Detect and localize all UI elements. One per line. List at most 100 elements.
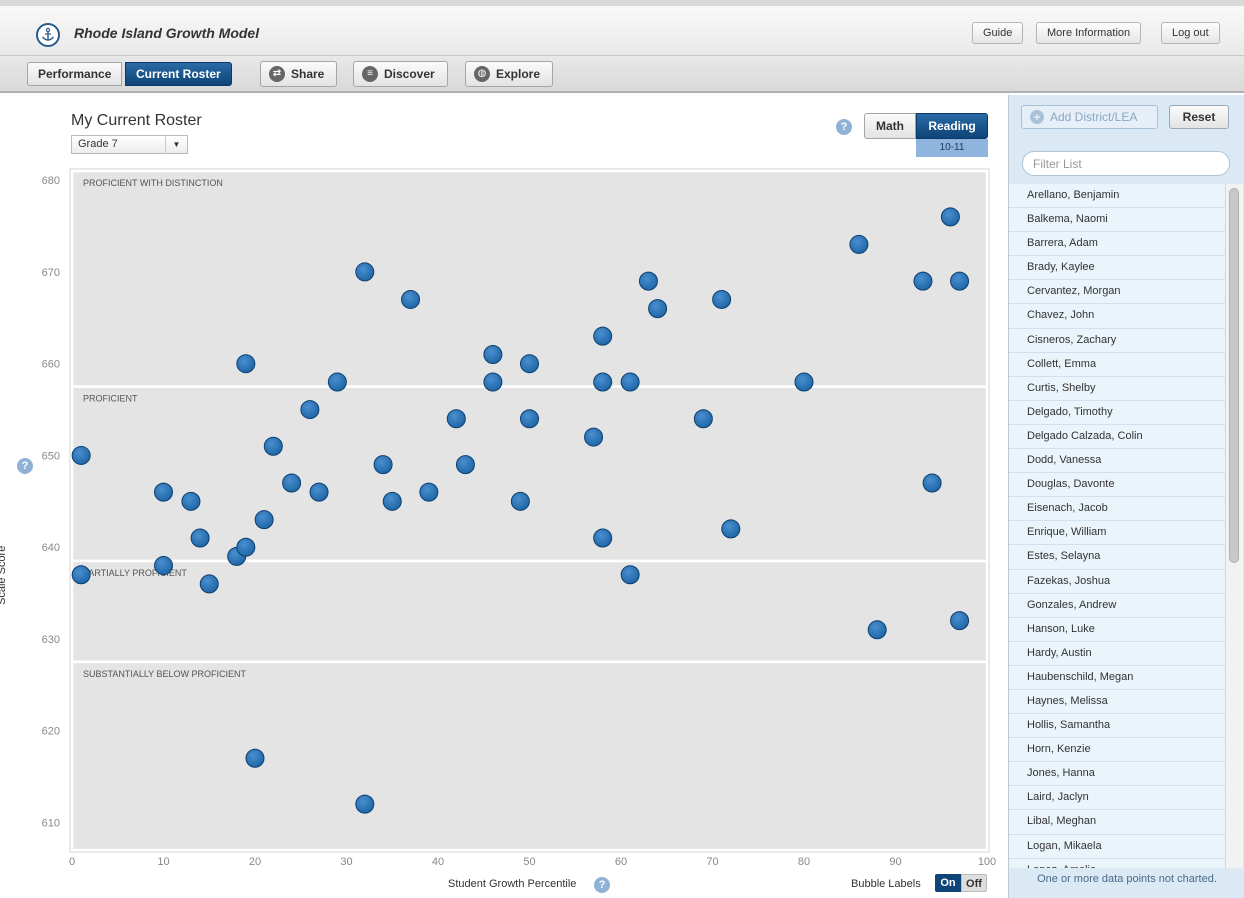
data-point[interactable]	[648, 299, 668, 319]
data-point[interactable]	[593, 528, 613, 548]
more-information-button[interactable]: More Information	[1036, 22, 1142, 44]
student-list-item[interactable]: Lopez, Amelia	[1009, 859, 1225, 868]
data-point[interactable]	[593, 326, 613, 346]
data-point[interactable]	[712, 289, 732, 309]
student-list-item[interactable]: Balkema, Naomi	[1009, 208, 1225, 233]
data-point[interactable]	[300, 400, 320, 420]
data-point[interactable]	[721, 519, 741, 539]
student-list-item[interactable]: Chavez, John	[1009, 304, 1225, 329]
y-tick-label: 680	[42, 175, 60, 187]
student-list-item[interactable]: Dodd, Vanessa	[1009, 449, 1225, 474]
data-point[interactable]	[446, 409, 466, 429]
year-selector[interactable]: 10-11	[916, 139, 988, 157]
data-point[interactable]	[254, 510, 274, 530]
scrollbar-thumb[interactable]	[1229, 188, 1239, 563]
student-list-item[interactable]: Enrique, William	[1009, 521, 1225, 546]
data-point[interactable]	[483, 345, 503, 365]
data-point[interactable]	[455, 455, 475, 475]
data-point[interactable]	[419, 482, 439, 502]
student-list-item[interactable]: Curtis, Shelby	[1009, 377, 1225, 401]
student-list-item[interactable]: Brady, Kaylee	[1009, 256, 1225, 281]
student-list-item[interactable]: Laird, Jaclyn	[1009, 786, 1225, 811]
data-point[interactable]	[154, 482, 173, 502]
data-point[interactable]	[327, 372, 347, 392]
data-point[interactable]	[950, 611, 970, 631]
data-point[interactable]	[520, 354, 539, 374]
data-point[interactable]	[950, 271, 970, 291]
data-point[interactable]	[620, 372, 640, 392]
data-point[interactable]	[794, 372, 814, 392]
data-point[interactable]	[620, 565, 640, 585]
data-point[interactable]	[282, 473, 302, 493]
bubble-labels-on-toggle[interactable]: On	[935, 874, 961, 892]
data-point[interactable]	[922, 473, 942, 493]
data-point[interactable]	[245, 748, 265, 768]
bubble-labels-off-toggle[interactable]: Off	[961, 874, 987, 892]
student-list-item[interactable]: Libal, Meghan	[1009, 810, 1225, 835]
tab-current-roster[interactable]: Current Roster	[125, 62, 232, 86]
data-point[interactable]	[913, 271, 933, 291]
student-list-item[interactable]: Arellano, Benjamin	[1009, 184, 1225, 209]
student-list-item[interactable]: Gonzales, Andrew	[1009, 594, 1225, 618]
discover-button[interactable]: ≡ Discover	[353, 61, 448, 87]
student-list-item[interactable]: Horn, Kenzie	[1009, 738, 1225, 763]
explore-button[interactable]: ◍ Explore	[465, 61, 554, 87]
data-point[interactable]	[867, 620, 887, 640]
logout-button[interactable]: Log out	[1161, 22, 1220, 44]
student-list-item[interactable]: Cervantez, Morgan	[1009, 280, 1225, 305]
data-point[interactable]	[401, 289, 421, 309]
data-point[interactable]	[638, 271, 658, 291]
data-point[interactable]	[236, 354, 256, 374]
data-point[interactable]	[71, 565, 91, 585]
student-list-item[interactable]: Hanson, Luke	[1009, 618, 1225, 642]
data-point[interactable]	[584, 427, 604, 447]
data-point[interactable]	[483, 372, 503, 392]
help-icon[interactable]: ?	[836, 119, 852, 135]
student-list-item[interactable]: Delgado Calzada, Colin	[1009, 425, 1225, 450]
data-point[interactable]	[520, 409, 539, 429]
student-list-item[interactable]: Barrera, Adam	[1009, 232, 1225, 257]
student-list-item[interactable]: Logan, Mikaela	[1009, 835, 1225, 859]
student-list-item[interactable]: Delgado, Timothy	[1009, 401, 1225, 425]
add-district-button[interactable]: + Add District/LEA	[1021, 105, 1158, 129]
data-point[interactable]	[309, 482, 329, 502]
grade-select[interactable]: Grade 7 ▼	[71, 135, 188, 154]
data-point[interactable]	[71, 445, 91, 465]
student-list-item[interactable]: Haynes, Melissa	[1009, 690, 1225, 715]
y-axis-help-icon[interactable]: ?	[17, 458, 33, 474]
student-list-item[interactable]: Estes, Selayna	[1009, 545, 1225, 570]
tab-performance[interactable]: Performance	[27, 62, 123, 86]
student-list-item[interactable]: Fazekas, Joshua	[1009, 570, 1225, 594]
data-point[interactable]	[382, 491, 402, 511]
student-list-item[interactable]: Haubenschild, Megan	[1009, 666, 1225, 690]
data-point[interactable]	[693, 409, 713, 429]
student-list-item[interactable]: Hardy, Austin	[1009, 642, 1225, 666]
student-list-item[interactable]: Cisneros, Zachary	[1009, 329, 1225, 353]
guide-button[interactable]: Guide	[972, 22, 1024, 44]
data-point[interactable]	[190, 528, 210, 548]
list-scrollbar[interactable]	[1225, 184, 1243, 868]
data-point[interactable]	[355, 262, 375, 282]
data-point[interactable]	[593, 372, 613, 392]
data-point[interactable]	[355, 794, 375, 814]
share-button[interactable]: ⇄ Share	[260, 61, 338, 87]
subject-math-button[interactable]: Math	[864, 113, 916, 139]
data-point[interactable]	[510, 491, 530, 511]
student-list-item[interactable]: Eisenach, Jacob	[1009, 497, 1225, 522]
data-point[interactable]	[263, 436, 283, 456]
reset-button[interactable]: Reset	[1169, 105, 1229, 129]
data-point[interactable]	[849, 234, 869, 254]
subject-reading-button[interactable]: Reading	[916, 113, 988, 139]
filter-list-input[interactable]	[1022, 151, 1230, 176]
x-axis-help-icon[interactable]: ?	[594, 877, 610, 893]
data-point[interactable]	[181, 491, 201, 511]
data-point[interactable]	[373, 455, 393, 475]
data-point[interactable]	[940, 207, 960, 227]
data-point[interactable]	[236, 537, 256, 557]
data-point[interactable]	[154, 556, 173, 576]
data-point[interactable]	[199, 574, 219, 594]
student-list-item[interactable]: Hollis, Samantha	[1009, 714, 1225, 739]
student-list-item[interactable]: Jones, Hanna	[1009, 762, 1225, 787]
student-list-item[interactable]: Collett, Emma	[1009, 353, 1225, 377]
student-list-item[interactable]: Douglas, Davonte	[1009, 473, 1225, 498]
